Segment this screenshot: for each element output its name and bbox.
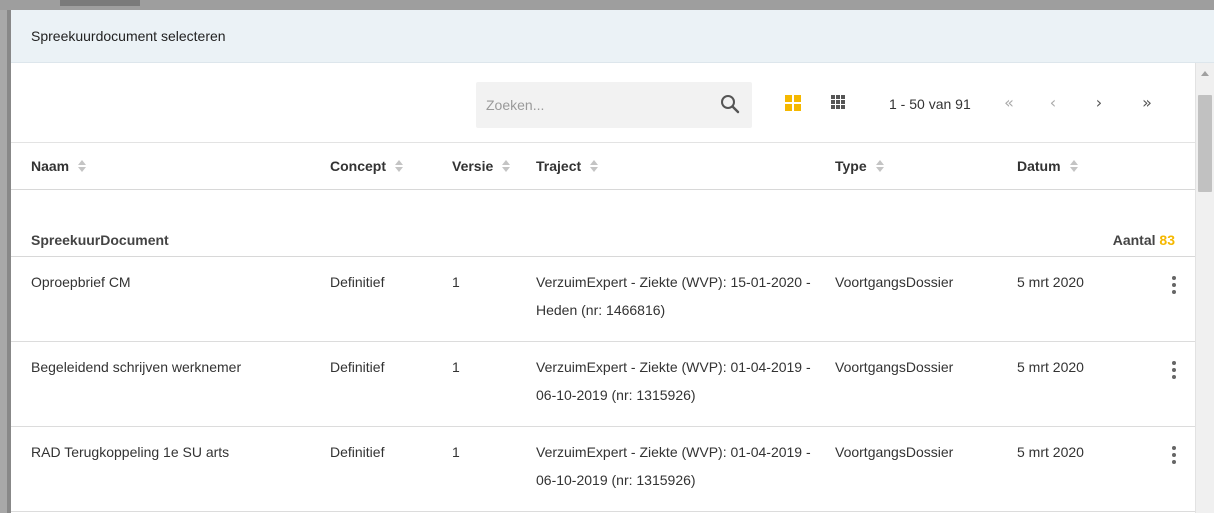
next-page-button[interactable]: › [1088, 91, 1110, 115]
vertical-scrollbar[interactable] [1195, 63, 1214, 513]
cell-naam: Begeleidend schrijven werknemer [31, 359, 242, 375]
sort-icon [1069, 160, 1078, 172]
cell-naam: RAD Terugkoppeling 1e SU arts [31, 444, 230, 460]
table-header: Naam Concept Versie Traject Type Datum [11, 142, 1195, 190]
dialog-title: Spreekuurdocument selecteren [31, 28, 226, 44]
group-count: Aantal 83 [1112, 232, 1175, 248]
pagination-range: 1 - 50 van 91 [889, 96, 971, 112]
select-document-dialog: Spreekuurdocument selecteren 1 - 50 van … [11, 10, 1214, 513]
cell-type: VoortgangsDossier [835, 444, 954, 460]
previous-page-button[interactable]: ‹ [1042, 91, 1064, 115]
sort-icon [875, 160, 884, 172]
cell-traject: VerzuimExpert - Ziekte (WVP): 01-04-2019… [536, 359, 811, 403]
column-header-concept[interactable]: Concept [330, 158, 403, 174]
column-header-traject[interactable]: Traject [536, 158, 599, 174]
background-page-edge [0, 10, 11, 513]
column-header-naam[interactable]: Naam [31, 158, 87, 174]
column-header-versie[interactable]: Versie [452, 158, 511, 174]
scrollbar-thumb[interactable] [1198, 95, 1212, 192]
cell-traject: VerzuimExpert - Ziekte (WVP): 01-04-2019… [536, 444, 811, 488]
column-header-datum[interactable]: Datum [1017, 158, 1078, 174]
cell-type: VoortgangsDossier [835, 359, 954, 375]
cell-datum: 5 mrt 2020 [1017, 359, 1084, 375]
list-view-icon[interactable] [831, 95, 846, 110]
scroll-up-arrow-icon[interactable] [1201, 71, 1209, 76]
cell-concept: Definitief [330, 444, 385, 460]
last-page-button[interactable]: » [1136, 91, 1158, 115]
cell-concept: Definitief [330, 359, 385, 375]
toolbar: 1 - 50 van 91 « ‹ › » [11, 63, 1195, 142]
cell-versie: 1 [452, 274, 460, 290]
cell-datum: 5 mrt 2020 [1017, 444, 1084, 460]
sort-icon [395, 160, 403, 172]
sort-icon [78, 160, 87, 172]
cell-datum: 5 mrt 2020 [1017, 274, 1084, 290]
modal-backdrop: Spreekuurdocument selecteren 1 - 50 van … [0, 0, 1214, 513]
column-header-type[interactable]: Type [835, 158, 884, 174]
cell-naam: Oproepbrief CM [31, 274, 131, 290]
search-box [476, 82, 752, 128]
more-options-icon[interactable] [1171, 276, 1177, 294]
sort-icon [502, 160, 511, 172]
cell-type: VoortgangsDossier [835, 274, 954, 290]
table-row[interactable]: RAD Terugkoppeling 1e SU arts Definitief… [11, 427, 1195, 512]
more-options-icon[interactable] [1171, 446, 1177, 464]
table-row[interactable]: Begeleidend schrijven werknemer Definiti… [11, 342, 1195, 427]
cell-traject: VerzuimExpert - Ziekte (WVP): 15-01-2020… [536, 274, 811, 318]
group-label: SpreekuurDocument [31, 232, 169, 248]
search-input[interactable] [486, 92, 706, 118]
cell-versie: 1 [452, 444, 460, 460]
cell-versie: 1 [452, 359, 460, 375]
table-row[interactable]: Oproepbrief CM Definitief 1 VerzuimExper… [11, 257, 1195, 342]
more-options-icon[interactable] [1171, 361, 1177, 379]
background-page-strip [0, 0, 1214, 10]
search-icon[interactable] [720, 94, 740, 114]
group-header: SpreekuurDocument Aantal 83 [11, 190, 1195, 257]
cell-concept: Definitief [330, 274, 385, 290]
sort-icon [590, 160, 599, 172]
dialog-header: Spreekuurdocument selecteren [11, 10, 1214, 63]
grid-view-icon[interactable] [785, 95, 801, 111]
first-page-button[interactable]: « [998, 91, 1020, 115]
